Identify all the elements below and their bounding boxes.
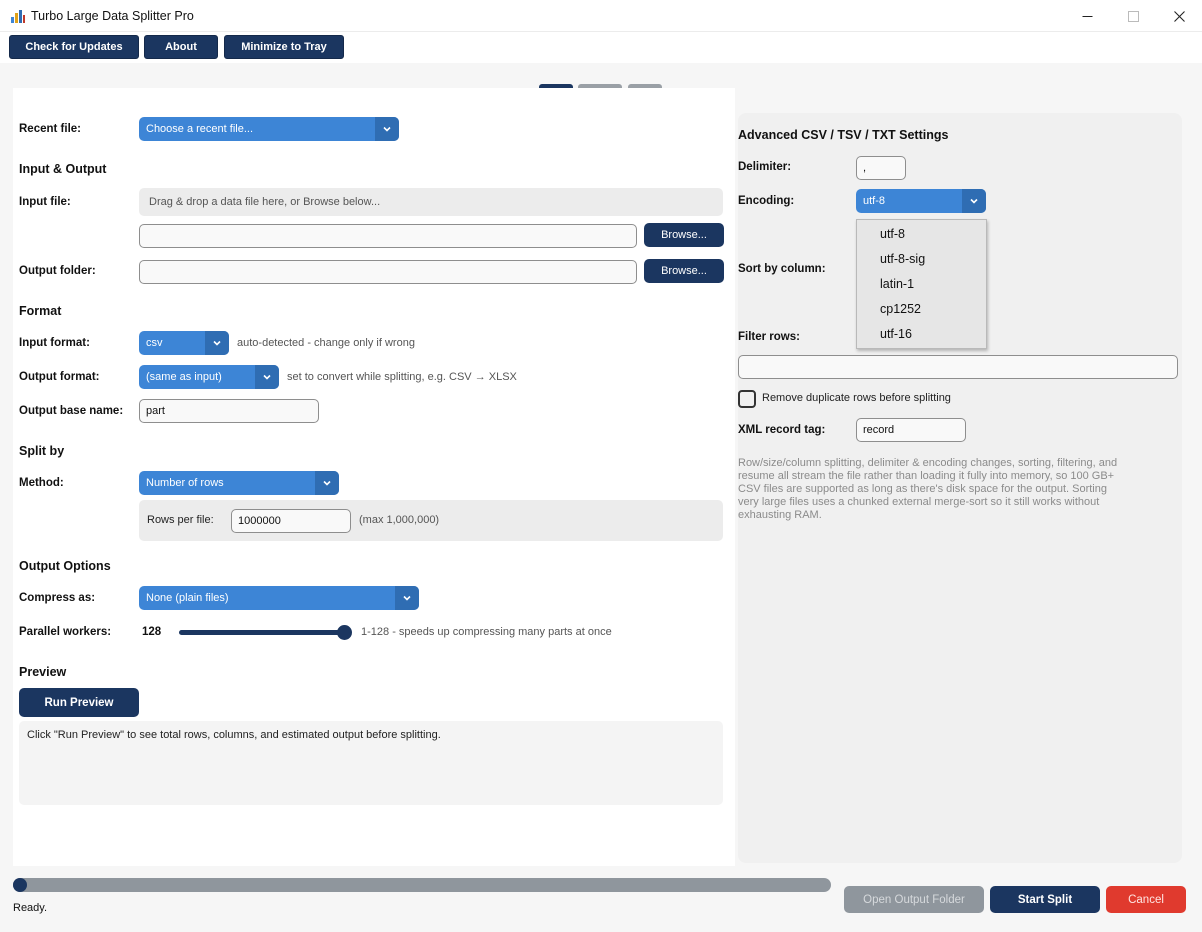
filter-rows-label: Filter rows: (738, 331, 800, 343)
xml-tag-field[interactable]: record (856, 418, 966, 442)
split-section-title: Split by (19, 444, 65, 458)
input-file-field[interactable] (139, 224, 637, 248)
browse-input-button[interactable]: Browse... (644, 223, 724, 247)
output-folder-field[interactable] (139, 260, 637, 284)
compress-label: Compress as: (19, 592, 96, 604)
input-format-value: csv (146, 337, 163, 349)
encoding-option[interactable]: utf-8 (880, 227, 905, 241)
recent-file-value: Choose a recent file... (146, 123, 254, 135)
chevron-down-icon (962, 189, 986, 213)
start-split-button[interactable]: Start Split (990, 886, 1100, 913)
recent-file-label: Recent file: (19, 123, 81, 135)
encoding-option[interactable]: utf-16 (880, 327, 912, 341)
encoding-option[interactable]: utf-8-sig (880, 252, 925, 266)
xml-tag-label: XML record tag: (738, 424, 826, 436)
workers-slider-handle[interactable] (337, 625, 352, 640)
encoding-value: utf-8 (863, 195, 886, 207)
output-folder-label: Output folder: (19, 265, 96, 277)
open-output-folder-button[interactable]: Open Output Folder (844, 886, 984, 913)
output-format-select[interactable]: (same as input) (139, 365, 279, 389)
input-format-hint: auto-detected - change only if wrong (237, 337, 415, 349)
delimiter-field[interactable]: , (856, 156, 906, 180)
output-format-value: (same as input) (146, 371, 222, 383)
encoding-option[interactable]: cp1252 (880, 302, 921, 316)
minimize-icon (1082, 15, 1092, 17)
compress-value: None (plain files) (146, 592, 229, 604)
encoding-label: Encoding: (738, 195, 795, 207)
recent-file-select[interactable]: Choose a recent file... (139, 117, 399, 141)
file-dropzone[interactable]: Drag & drop a data file here, or Browse … (139, 188, 723, 216)
chevron-down-icon (205, 331, 229, 355)
progress-bar (13, 878, 831, 892)
preview-text: Click "Run Preview" to see total rows, c… (27, 729, 441, 741)
format-section-title: Format (19, 304, 62, 318)
io-section-title: Input & Output (19, 162, 107, 176)
split-method-value: Number of rows (146, 477, 224, 489)
rows-per-file-field[interactable]: 1000000 (231, 509, 351, 533)
window-title: Turbo Large Data Splitter Pro (31, 9, 194, 23)
rows-per-file-hint: (max 1,000,000) (359, 514, 440, 526)
browse-output-button[interactable]: Browse... (644, 259, 724, 283)
input-format-select[interactable]: csv (139, 331, 229, 355)
chevron-down-icon (375, 117, 399, 141)
dedupe-checkbox[interactable] (738, 390, 756, 408)
minimize-window-button[interactable] (1064, 0, 1110, 32)
preview-output: Click "Run Preview" to see total rows, c… (19, 721, 723, 805)
close-window-button[interactable] (1156, 0, 1202, 32)
status-text: Ready. (13, 902, 48, 914)
streaming-description: Row/size/column splitting, delimiter & e… (738, 457, 1118, 521)
about-button[interactable]: About (144, 35, 218, 59)
encoding-option[interactable]: latin-1 (880, 277, 914, 291)
encoding-select[interactable]: utf-8 (856, 189, 986, 213)
maximize-icon (1127, 10, 1139, 22)
base-name-field[interactable]: part (139, 399, 319, 423)
chevron-down-icon (395, 586, 419, 610)
check-updates-button[interactable]: Check for Updates (9, 35, 139, 59)
output-format-hint: set to convert while splitting, e.g. CSV… (287, 371, 517, 383)
cancel-button[interactable]: Cancel (1106, 886, 1186, 913)
maximize-window-button[interactable] (1110, 0, 1156, 32)
dropzone-text: Drag & drop a data file here, or Browse … (149, 196, 381, 208)
options-section-title: Output Options (19, 559, 111, 573)
chevron-down-icon (255, 365, 279, 389)
advanced-heading: Advanced CSV / TSV / TXT Settings (738, 128, 949, 142)
workers-hint: 1-128 - speeds up compressing many parts… (361, 626, 612, 638)
base-name-label: Output base name: (19, 405, 124, 417)
chevron-down-icon (315, 471, 339, 495)
workers-value: 128 (142, 626, 162, 638)
method-label: Method: (19, 477, 64, 489)
filter-rows-field[interactable] (738, 355, 1178, 379)
close-icon (1173, 10, 1185, 22)
workers-label: Parallel workers: (19, 626, 112, 638)
input-file-label: Input file: (19, 196, 71, 208)
rows-per-file-label: Rows per file: (147, 514, 214, 526)
dedupe-label: Remove duplicate rows before splitting (762, 392, 951, 404)
encoding-dropdown-list: utf-8 utf-8-sig latin-1 cp1252 utf-16 (856, 219, 987, 349)
output-format-label: Output format: (19, 371, 100, 383)
input-format-label: Input format: (19, 337, 90, 349)
sort-column-label: Sort by column: (738, 263, 826, 275)
progress-indicator (13, 878, 27, 892)
preview-section-title: Preview (19, 665, 67, 679)
app-icon (10, 8, 26, 24)
title-bar: Turbo Large Data Splitter Pro (0, 0, 1202, 32)
minimize-to-tray-button[interactable]: Minimize to Tray (224, 35, 344, 59)
split-method-select[interactable]: Number of rows (139, 471, 339, 495)
workers-slider[interactable] (179, 630, 347, 635)
run-preview-button[interactable]: Run Preview (19, 688, 139, 717)
compress-select[interactable]: None (plain files) (139, 586, 419, 610)
top-toolbar: Check for Updates About Minimize to Tray (0, 32, 1202, 63)
delimiter-label: Delimiter: (738, 161, 792, 173)
